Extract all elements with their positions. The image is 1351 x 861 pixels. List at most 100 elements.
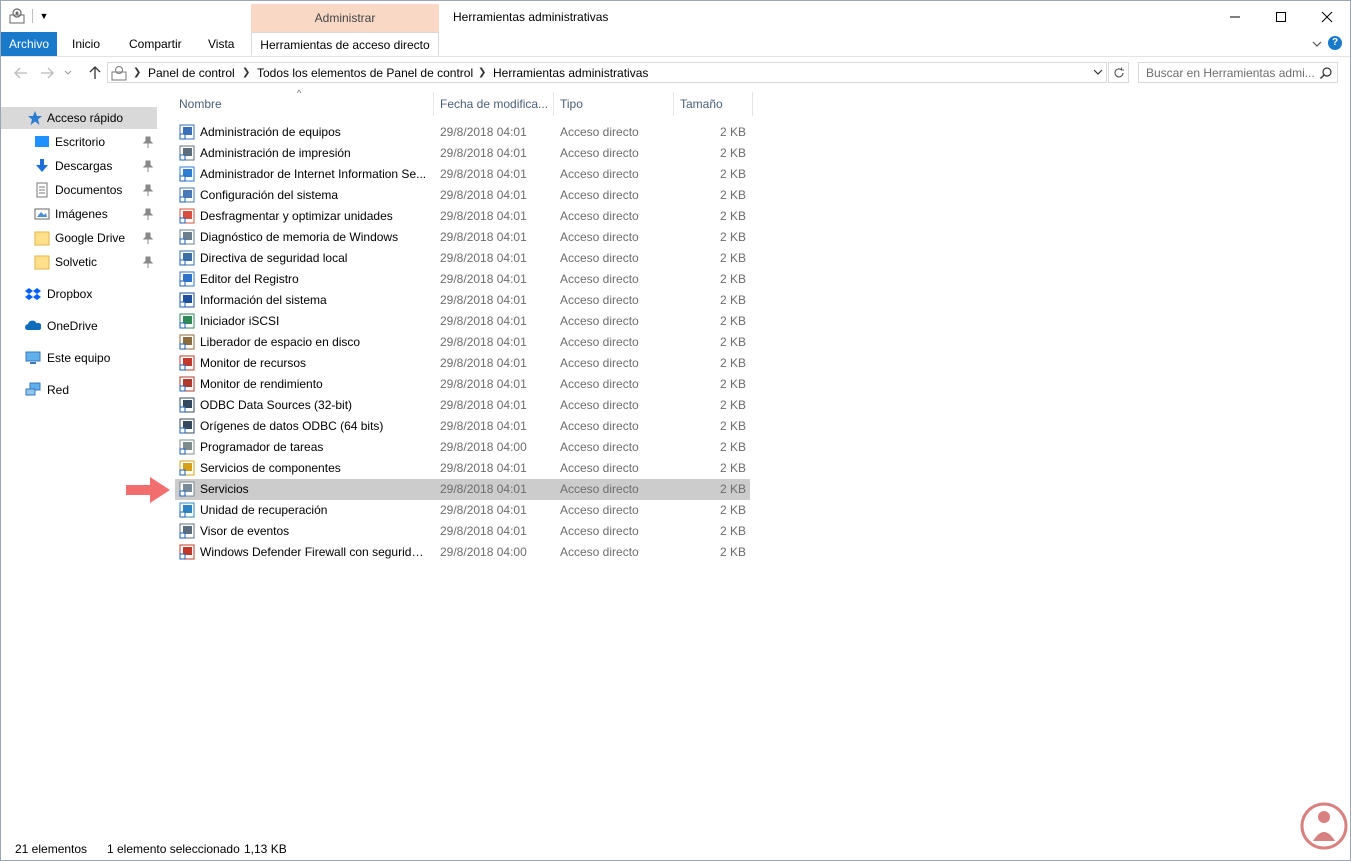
- file-row[interactable]: Iniciador iSCSI 29/8/2018 04:01 Acceso dir…: [175, 311, 750, 332]
- breadcrumb-separator[interactable]: ❯: [133, 63, 141, 83]
- column-header-type[interactable]: Tipo: [560, 92, 670, 116]
- file-row[interactable]: Administración de equipos 29/8/2018 04:01…: [175, 122, 750, 143]
- window-title: Herramientas administrativas: [453, 10, 609, 24]
- address-bar[interactable]: ❯ Panel de control ❯ Todos los elementos…: [107, 62, 1107, 83]
- up-arrow-icon[interactable]: [87, 65, 103, 81]
- file-date: 29/8/2018 04:01: [440, 167, 527, 181]
- tab-compartir[interactable]: Compartir: [129, 32, 182, 56]
- ribbon-tabs: Archivo Inicio Compartir Vista Herramien…: [1, 32, 1350, 57]
- tab-archivo[interactable]: Archivo: [1, 32, 57, 56]
- recent-locations-icon[interactable]: [63, 65, 73, 81]
- file-row[interactable]: Liberador de espacio en disco 29/8/2018 0…: [175, 332, 750, 353]
- refresh-button[interactable]: [1108, 62, 1129, 83]
- nav-item-dropbox[interactable]: Dropbox: [1, 283, 157, 305]
- breadcrumb-separator[interactable]: ❯: [478, 63, 486, 83]
- shortcut-icon: [179, 208, 195, 224]
- file-row[interactable]: Administración de impresión 29/8/2018 04:…: [175, 143, 750, 164]
- file-date: 29/8/2018 04:01: [440, 125, 527, 139]
- shortcut-icon: [179, 355, 195, 371]
- file-row[interactable]: Servicios de componentes 29/8/2018 04:01 A…: [175, 458, 750, 479]
- file-date: 29/8/2018 04:01: [440, 293, 527, 307]
- column-header-name[interactable]: Nombre: [179, 92, 433, 116]
- column-header-date[interactable]: Fecha de modifica...: [440, 92, 550, 116]
- nav-item-solvetic[interactable]: Solvetic: [1, 251, 157, 273]
- nav-item-escritorio[interactable]: Escritorio: [1, 131, 157, 153]
- file-date: 29/8/2018 04:01: [440, 209, 527, 223]
- shortcut-icon: [179, 376, 195, 392]
- column-divider[interactable]: [553, 92, 554, 116]
- dropbox-icon: [25, 288, 41, 300]
- help-icon[interactable]: ?: [1328, 36, 1342, 50]
- file-name: Servicios de componentes: [200, 461, 341, 475]
- nav-item-documentos[interactable]: Documentos: [1, 179, 157, 201]
- file-row[interactable]: Orígenes de datos ODBC (64 bits) 29/8/201…: [175, 416, 750, 437]
- address-dropdown-icon[interactable]: [1092, 66, 1104, 78]
- nav-item-onedrive[interactable]: OneDrive: [1, 315, 157, 337]
- pin-icon[interactable]: [143, 136, 153, 148]
- shortcut-icon: [179, 313, 195, 329]
- file-name: Servicios: [200, 482, 249, 496]
- shortcut-icon: [179, 124, 195, 140]
- tab-inicio[interactable]: Inicio: [72, 32, 100, 56]
- breadcrumb-todos-los-elementos[interactable]: Todos los elementos de Panel de control: [257, 63, 473, 83]
- nav-item-acceso-rapido[interactable]: Acceso rápido: [1, 107, 157, 129]
- search-box[interactable]: Buscar en Herramientas admi...: [1138, 62, 1338, 83]
- admin-tools-icon[interactable]: [9, 8, 25, 24]
- search-icon[interactable]: [1319, 66, 1333, 80]
- desktop-icon: [35, 136, 49, 147]
- file-row[interactable]: Directiva de seguridad local 29/8/2018 04…: [175, 248, 750, 269]
- file-row[interactable]: Información del sistema 29/8/2018 04:01 Ac…: [175, 290, 750, 311]
- file-row[interactable]: Diagnóstico de memoria de Windows 29/8/20…: [175, 227, 750, 248]
- file-row[interactable]: Desfragmentar y optimizar unidades 29/8/2…: [175, 206, 750, 227]
- column-header-size[interactable]: Tamaño: [680, 92, 750, 116]
- nav-item-descargas[interactable]: Descargas: [1, 155, 157, 177]
- breadcrumb-herramientas-administrativas[interactable]: Herramientas administrativas: [493, 63, 648, 83]
- column-divider[interactable]: [673, 92, 674, 116]
- minimize-button[interactable]: [1212, 1, 1258, 32]
- breadcrumb-separator[interactable]: ❯: [242, 63, 250, 83]
- file-row[interactable]: Monitor de recursos 29/8/2018 04:01 Acceso…: [175, 353, 750, 374]
- nav-item-google-drive[interactable]: Google Drive: [1, 227, 157, 249]
- file-size: 2 KB: [719, 524, 746, 538]
- shortcut-icon: [179, 502, 195, 518]
- file-row[interactable]: Monitor de rendimiento 29/8/2018 04:01 Acc…: [175, 374, 750, 395]
- file-row[interactable]: Editor del Registro 29/8/2018 04:01 Acceso…: [175, 269, 750, 290]
- pin-icon[interactable]: [143, 208, 153, 220]
- customize-toolbar-icon[interactable]: ▼: [39, 9, 49, 23]
- expand-ribbon-icon[interactable]: [1310, 37, 1324, 51]
- contextual-tab-group[interactable]: Administrar: [251, 4, 439, 33]
- close-button[interactable]: [1304, 1, 1350, 32]
- file-name: Administrador de Internet Information Se…: [200, 167, 427, 181]
- file-row[interactable]: Servicios 29/8/2018 04:01 Acceso directo 2 …: [175, 479, 750, 500]
- pin-icon[interactable]: [143, 232, 153, 244]
- file-type: Acceso directo: [560, 230, 639, 244]
- nav-item-imagenes[interactable]: Imágenes: [1, 203, 157, 225]
- star-icon: [28, 111, 42, 125]
- file-row[interactable]: Unidad de recuperación 29/8/2018 04:01 Acc…: [175, 500, 750, 521]
- pin-icon[interactable]: [143, 256, 153, 268]
- forward-arrow-icon[interactable]: [39, 65, 55, 81]
- file-row[interactable]: Configuración del sistema 29/8/2018 04:01…: [175, 185, 750, 206]
- status-bar: 21 elementos 1 elemento seleccionado 1,1…: [1, 839, 1350, 860]
- pin-icon[interactable]: [143, 160, 153, 172]
- file-row[interactable]: Administrador de Internet Information Se…: [175, 164, 750, 185]
- nav-item-red[interactable]: Red: [1, 379, 157, 401]
- file-row[interactable]: Programador de tareas 29/8/2018 04:00 Acce…: [175, 437, 750, 458]
- file-row[interactable]: Windows Defender Firewall con segurida..…: [175, 542, 750, 563]
- back-arrow-icon[interactable]: [13, 65, 29, 81]
- file-type: Acceso directo: [560, 524, 639, 538]
- file-row[interactable]: ODBC Data Sources (32-bit) 29/8/2018 04:0…: [175, 395, 750, 416]
- tab-herramientas-acceso-directo[interactable]: Herramientas de acceso directo: [251, 32, 439, 56]
- pictures-icon: [34, 208, 50, 220]
- file-size: 2 KB: [719, 545, 746, 559]
- maximize-button[interactable]: [1258, 1, 1304, 32]
- breadcrumb-panel-de-control[interactable]: Panel de control: [148, 63, 235, 83]
- nav-item-este-equipo[interactable]: Este equipo: [1, 347, 157, 369]
- tab-vista[interactable]: Vista: [208, 32, 234, 56]
- pin-icon[interactable]: [143, 184, 153, 196]
- file-row[interactable]: Visor de eventos 29/8/2018 04:01 Acceso di…: [175, 521, 750, 542]
- column-divider[interactable]: [433, 92, 434, 116]
- column-divider[interactable]: [752, 92, 753, 116]
- file-size: 2 KB: [719, 125, 746, 139]
- file-size: 2 KB: [719, 398, 746, 412]
